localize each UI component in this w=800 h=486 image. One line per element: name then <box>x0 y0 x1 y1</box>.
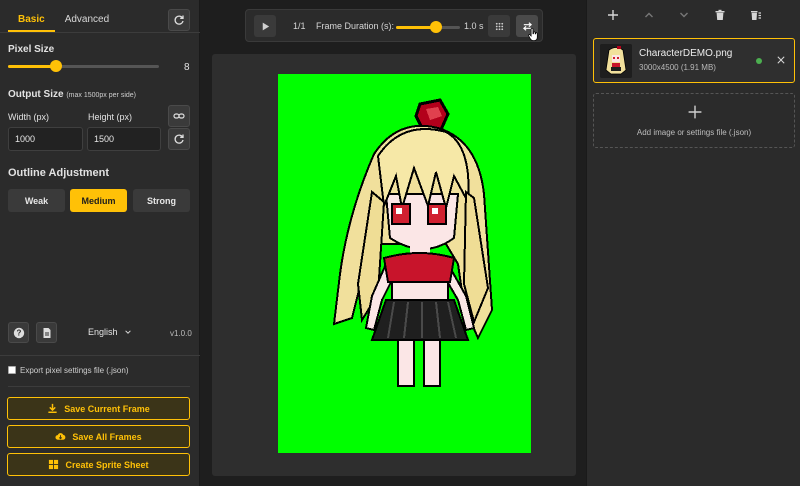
character-sprite-preview <box>332 98 494 387</box>
height-label: Height (px) <box>88 112 133 122</box>
settings-panel: Basic Advanced Pixel Size 8 Output Size … <box>0 0 200 486</box>
help-icon: ? <box>13 327 24 338</box>
width-label: Width (px) <box>8 112 50 122</box>
language-value: English <box>88 327 118 337</box>
svg-text:?: ? <box>16 328 21 337</box>
delete-all-button[interactable] <box>748 7 764 23</box>
file-dimensions: 3000x4500 (1.91 MB) <box>639 63 716 72</box>
dots-grid-icon <box>495 22 503 30</box>
add-file-dropzone[interactable]: Add image or settings file (.json) <box>593 93 795 148</box>
save-all-frames-label: Save All Frames <box>72 431 142 442</box>
playback-toolbar: 1/1 Frame Duration (s): 1.0 s <box>245 9 543 42</box>
tab-divider <box>0 32 200 33</box>
close-icon <box>777 56 785 64</box>
refresh-icon <box>174 134 184 144</box>
output-size-label: Output Size (max 1500px per side) <box>8 89 136 100</box>
settings-tabs: Basic Advanced <box>8 10 119 32</box>
save-current-frame-button[interactable]: Save Current Frame <box>7 397 190 420</box>
hand-cursor-icon <box>528 27 538 41</box>
outline-label: Outline Adjustment <box>8 167 110 179</box>
preview-area: 1/1 Frame Duration (s): 1.0 s <box>201 0 585 486</box>
outline-medium-button[interactable]: Medium <box>70 189 127 212</box>
character-thumbnail-image <box>600 44 632 78</box>
download-icon <box>48 403 57 413</box>
canvas-viewport[interactable] <box>212 54 576 476</box>
grid-view-button[interactable] <box>488 15 510 37</box>
create-sprite-sheet-label: Create Sprite Sheet <box>65 459 149 470</box>
chevron-up-icon <box>645 12 653 18</box>
document-icon <box>43 327 50 338</box>
version-label: v1.0.0 <box>170 329 192 338</box>
tab-advanced[interactable]: Advanced <box>55 10 119 32</box>
pixel-size-value: 8 <box>184 62 190 73</box>
pixel-size-slider[interactable] <box>8 60 159 72</box>
pixel-size-slider-handle[interactable] <box>50 60 63 72</box>
outline-weak-button[interactable]: Weak <box>8 189 65 212</box>
save-all-frames-button[interactable]: Save All Frames <box>7 425 190 448</box>
remove-file-button[interactable] <box>775 54 787 66</box>
pixel-size-slider-fill <box>8 65 57 68</box>
frame-duration-slider[interactable] <box>396 21 460 33</box>
create-sprite-sheet-button[interactable]: Create Sprite Sheet <box>7 453 190 476</box>
frame-duration-slider-handle[interactable] <box>429 21 442 33</box>
chevron-down-icon <box>124 330 131 334</box>
preview-image <box>278 74 531 453</box>
link-icon <box>173 113 185 119</box>
export-settings-label: Export pixel settings file (.json) <box>20 366 129 375</box>
export-settings-checkbox[interactable] <box>8 366 16 374</box>
pixel-size-label: Pixel Size <box>8 44 55 55</box>
bottom-divider <box>0 355 200 356</box>
reset-size-button[interactable] <box>168 128 190 150</box>
language-select[interactable]: English <box>88 323 148 341</box>
save-current-frame-label: Save Current Frame <box>64 403 150 414</box>
frame-duration-value: 1.0 s <box>464 21 484 31</box>
file-name: CharacterDEMO.png <box>639 48 733 59</box>
delete-file-button[interactable] <box>712 7 728 23</box>
file-list-item[interactable]: CharacterDEMO.png 3000x4500 (1.91 MB) <box>593 38 795 83</box>
cloud-download-icon <box>55 433 66 440</box>
frame-duration-label: Frame Duration (s): <box>316 21 395 31</box>
output-size-hint: (max 1500px per side) <box>66 92 136 99</box>
file-list-panel: CharacterDEMO.png 3000x4500 (1.91 MB) Ad… <box>586 0 800 486</box>
chevron-down-icon <box>680 12 688 18</box>
outline-strong-button[interactable]: Strong <box>133 189 190 212</box>
actions-divider <box>8 386 190 387</box>
reset-settings-button[interactable] <box>168 9 190 31</box>
help-button[interactable]: ? <box>8 322 29 343</box>
move-up-button[interactable] <box>641 7 657 23</box>
add-file-button[interactable] <box>605 7 621 23</box>
refresh-icon <box>174 15 184 25</box>
plus-icon <box>608 10 618 20</box>
tab-basic[interactable]: Basic <box>8 10 55 32</box>
plus-icon <box>688 105 702 119</box>
grid-icon <box>49 459 59 470</box>
play-icon <box>262 22 269 30</box>
trash-all-icon <box>751 11 761 20</box>
play-button[interactable] <box>254 15 276 37</box>
trash-icon <box>715 9 725 20</box>
link-aspect-button[interactable] <box>168 105 190 127</box>
output-size-title: Output Size <box>8 89 64 100</box>
height-input[interactable]: 1500 <box>87 127 161 151</box>
documentation-button[interactable] <box>36 322 57 343</box>
width-input[interactable]: 1000 <box>8 127 83 151</box>
file-status-indicator <box>756 58 762 64</box>
frame-counter: 1/1 <box>293 21 306 31</box>
move-down-button[interactable] <box>676 7 692 23</box>
add-file-label: Add image or settings file (.json) <box>636 128 752 137</box>
file-thumbnail <box>600 44 632 78</box>
